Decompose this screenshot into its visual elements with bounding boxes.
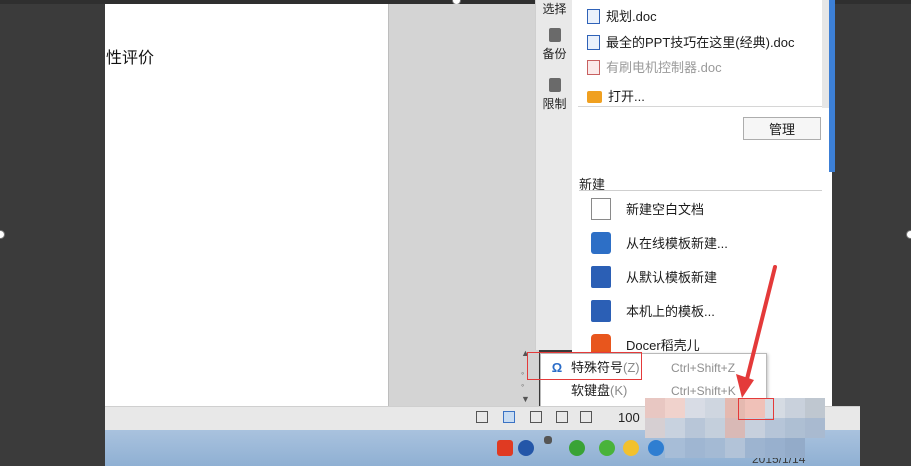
blank-document-icon bbox=[591, 198, 611, 220]
manage-button[interactable]: 管理 bbox=[743, 117, 821, 140]
divider bbox=[578, 106, 822, 107]
recent-file-name: 最全的PPT技巧在这里(经典).doc bbox=[606, 35, 795, 50]
help-icon[interactable] bbox=[518, 440, 534, 456]
resize-handle-right[interactable] bbox=[906, 230, 911, 239]
wifi-icon[interactable] bbox=[569, 440, 585, 456]
missing-document-icon bbox=[587, 60, 600, 75]
recent-file-item[interactable]: 有刷电机控制器.doc bbox=[587, 57, 722, 76]
window-frame-right bbox=[860, 0, 911, 466]
qq-icon[interactable] bbox=[623, 440, 639, 456]
web-view-icon[interactable] bbox=[556, 411, 568, 423]
new-from-online-template-item[interactable]: 从在线模板新建... bbox=[591, 232, 728, 254]
new-item-label: 从默认模板新建 bbox=[626, 270, 718, 285]
word-document-icon bbox=[587, 9, 600, 24]
online-template-icon bbox=[591, 232, 611, 254]
fit-page-icon[interactable] bbox=[476, 411, 488, 423]
new-item-label: 本机上的模板... bbox=[626, 304, 715, 319]
document-text: 性评价 bbox=[106, 50, 155, 67]
default-template-icon bbox=[591, 266, 611, 288]
new-item-label: 从在线模板新建... bbox=[626, 236, 728, 251]
side-tool-strip: 选择 备份 限制 bbox=[535, 0, 574, 350]
window-frame-left bbox=[0, 0, 105, 466]
local-templates-item[interactable]: 本机上的模板... bbox=[591, 300, 715, 322]
restrict-button[interactable]: 限制 bbox=[536, 78, 573, 112]
select-button[interactable]: 选择 bbox=[536, 0, 573, 17]
recent-file-name: 规划.doc bbox=[606, 9, 657, 24]
recent-file-item[interactable]: 规划.doc bbox=[587, 6, 657, 25]
new-blank-document-item[interactable]: 新建空白文档 bbox=[591, 198, 704, 220]
show-hidden-icons-icon[interactable] bbox=[544, 436, 552, 444]
new-from-default-template-item[interactable]: 从默认模板新建 bbox=[591, 266, 717, 288]
panel-collapse-tab[interactable] bbox=[829, 0, 835, 172]
sogou-input-icon[interactable] bbox=[497, 440, 513, 456]
annotation-highlight-box bbox=[527, 352, 642, 380]
restrict-label: 限制 bbox=[542, 97, 567, 111]
recent-file-item[interactable]: 最全的PPT技巧在这里(经典).doc bbox=[587, 32, 795, 51]
scroll-down-icon[interactable]: ▼ bbox=[521, 394, 530, 404]
dot-icon: ◦ bbox=[521, 380, 525, 390]
menu-item-accesskey: (K) bbox=[610, 383, 628, 398]
word-document-icon bbox=[587, 35, 600, 50]
backup-label: 备份 bbox=[542, 47, 567, 61]
folder-icon bbox=[587, 91, 602, 103]
page-view-icon[interactable] bbox=[503, 411, 515, 423]
recent-file-name: 有刷电机控制器.doc bbox=[606, 60, 722, 75]
menu-item-label: 软键盘 bbox=[571, 383, 611, 398]
zoom-level[interactable]: 100 bbox=[618, 410, 640, 425]
divider bbox=[579, 190, 822, 191]
outline-view-icon[interactable] bbox=[530, 411, 542, 423]
annotation-arrow-icon bbox=[736, 265, 777, 398]
open-file-item[interactable]: 打开... bbox=[587, 86, 645, 105]
open-label: 打开... bbox=[608, 89, 645, 104]
backup-button[interactable]: 备份 bbox=[536, 28, 573, 62]
select-label: 选择 bbox=[542, 2, 567, 16]
backup-icon bbox=[548, 28, 561, 42]
local-template-icon bbox=[591, 300, 611, 322]
security-plus-icon[interactable] bbox=[599, 440, 615, 456]
document-gutter bbox=[388, 4, 539, 407]
new-item-label: 新建空白文档 bbox=[626, 202, 705, 217]
new-item-label: Docer稻壳儿 bbox=[626, 338, 700, 353]
reading-mode-icon[interactable] bbox=[580, 411, 592, 423]
dot-icon: ◦ bbox=[521, 368, 525, 378]
lock-icon bbox=[548, 78, 561, 92]
recent-scrollbar[interactable] bbox=[822, 0, 829, 108]
